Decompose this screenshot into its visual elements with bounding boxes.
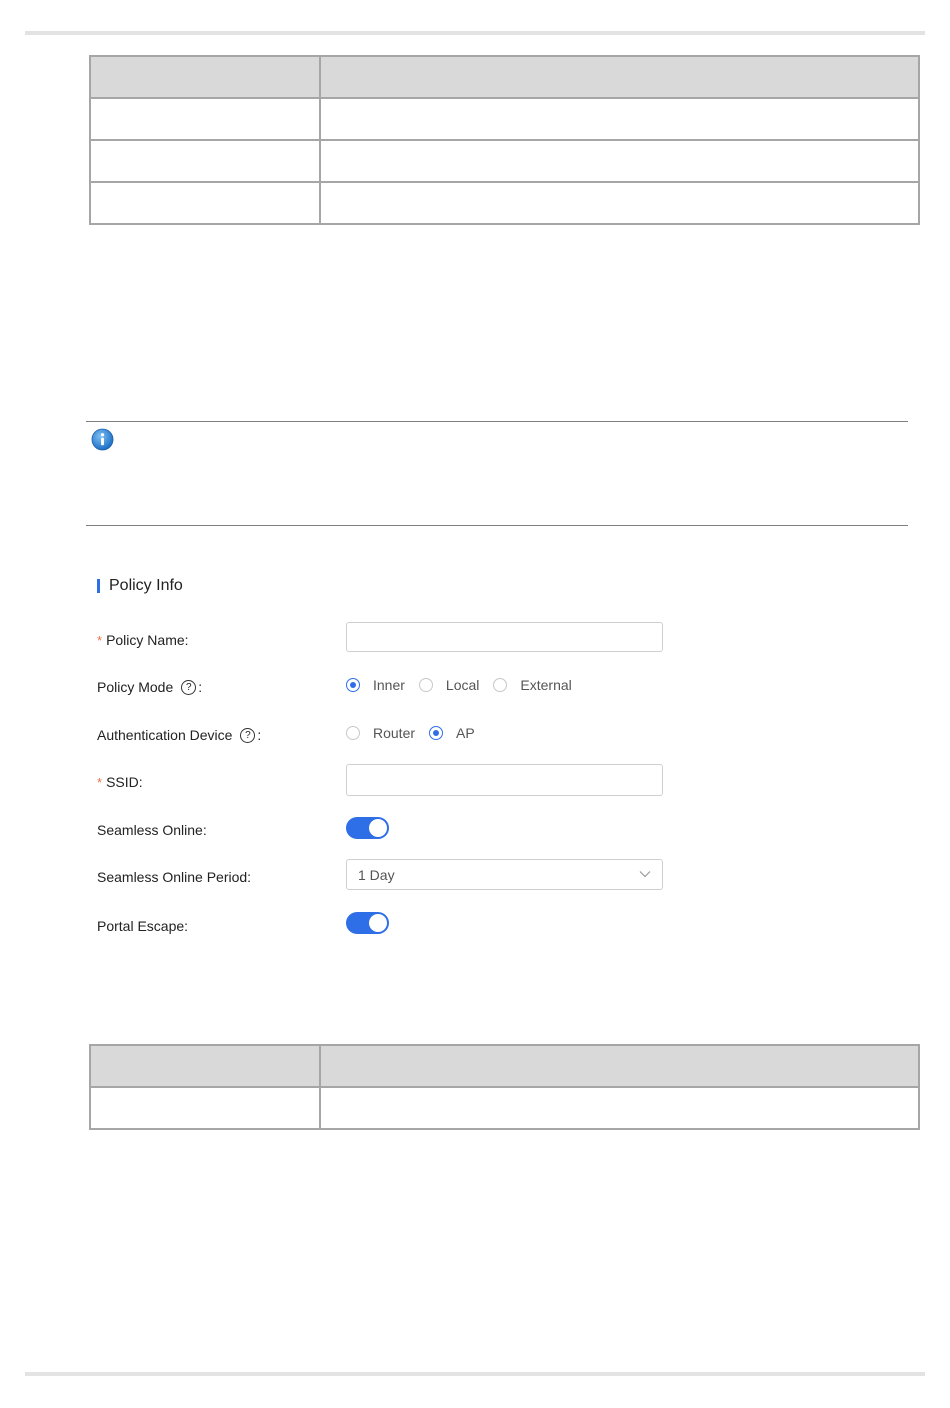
- question-circle-icon[interactable]: ?: [181, 679, 197, 695]
- radio-label: External: [520, 677, 572, 693]
- radio-dot[interactable]: [346, 726, 360, 740]
- radio-dot[interactable]: [493, 678, 508, 692]
- label-colon: :: [198, 679, 203, 695]
- policy-mode-local-radio[interactable]: Local: [418, 677, 480, 693]
- table-cell: [89, 181, 321, 225]
- policy-name-input[interactable]: [346, 622, 663, 652]
- table-cell: [89, 97, 321, 141]
- policy-name-label-text: Policy Name:: [106, 632, 189, 648]
- table-cell: [89, 139, 321, 183]
- select-value: 1 Day: [358, 866, 395, 883]
- seamless-online-toggle[interactable]: [346, 817, 389, 839]
- ssid-label: * SSID:: [97, 774, 143, 790]
- bottom-table: [89, 1044, 920, 1130]
- footer-rule: [25, 1372, 925, 1376]
- seamless-online-label: Seamless Online:: [97, 822, 207, 838]
- policy-mode-external-radio[interactable]: External: [493, 677, 572, 693]
- required-mark: *: [97, 774, 103, 790]
- auth-device-label-text: Authentication Device: [97, 727, 233, 743]
- radio-label: Inner: [373, 677, 405, 693]
- radio-dot-selected[interactable]: [429, 726, 444, 740]
- radio-label: Local: [445, 677, 480, 693]
- ssid-label-text: SSID:: [106, 774, 143, 790]
- top-table: [89, 55, 920, 225]
- auth-device-router-radio[interactable]: Router: [346, 725, 415, 741]
- table-header-cell: [89, 55, 321, 99]
- policy-mode-inner-radio[interactable]: Inner: [346, 677, 405, 693]
- radio-dot-selected[interactable]: [346, 678, 360, 692]
- table-cell: [319, 181, 920, 225]
- auth-device-label: Authentication Device ? :: [97, 727, 261, 743]
- auth-device-ap-radio[interactable]: AP: [429, 725, 475, 741]
- toggle-knob: [369, 914, 387, 932]
- header-rule: [25, 31, 925, 35]
- radio-dot[interactable]: [418, 678, 433, 692]
- policy-mode-label: Policy Mode ? :: [97, 679, 202, 695]
- table-row: [89, 139, 920, 183]
- table-header-cell: [319, 55, 920, 99]
- table-cell: [319, 139, 920, 183]
- portal-escape-label-text: Portal Escape:: [97, 918, 189, 934]
- auth-device-radio-group: Router AP: [346, 725, 489, 741]
- table-cell: [319, 97, 920, 141]
- table-header-row: [89, 55, 920, 99]
- section-title-bar: [97, 579, 100, 593]
- policy-mode-radio-group: Inner Local External: [346, 677, 586, 693]
- seamless-online-period-label: Seamless Online Period:: [97, 869, 251, 885]
- seamless-online-label-text: Seamless Online:: [97, 822, 207, 838]
- info-icon: [91, 428, 114, 451]
- section-title-text: Policy Info: [109, 577, 183, 594]
- table-cell: [319, 1086, 920, 1130]
- radio-label: AP: [456, 725, 475, 741]
- ssid-input[interactable]: [346, 764, 663, 796]
- seamless-online-period-label-text: Seamless Online Period:: [97, 869, 252, 885]
- required-mark: *: [97, 632, 103, 648]
- table-header-cell: [89, 1044, 321, 1088]
- policy-name-label: * Policy Name:: [97, 632, 189, 648]
- table-cell: [89, 1086, 321, 1130]
- table-header-row: [89, 1044, 920, 1088]
- table-header-cell: [319, 1044, 920, 1088]
- table-row: [89, 97, 920, 141]
- seamless-online-period-select[interactable]: 1 Day: [346, 859, 663, 890]
- radio-label: Router: [373, 725, 416, 741]
- question-circle-icon[interactable]: ?: [240, 727, 256, 743]
- table-row: [89, 181, 920, 225]
- policy-mode-label-text: Policy Mode: [97, 679, 174, 695]
- section-title: Policy Info: [97, 577, 183, 595]
- chevron-down-icon: [639, 871, 651, 878]
- toggle-knob: [369, 819, 387, 837]
- portal-escape-toggle[interactable]: [346, 912, 389, 934]
- note-box: [86, 421, 908, 526]
- label-colon: :: [257, 727, 262, 743]
- portal-escape-label: Portal Escape:: [97, 918, 188, 934]
- table-row: [89, 1086, 920, 1130]
